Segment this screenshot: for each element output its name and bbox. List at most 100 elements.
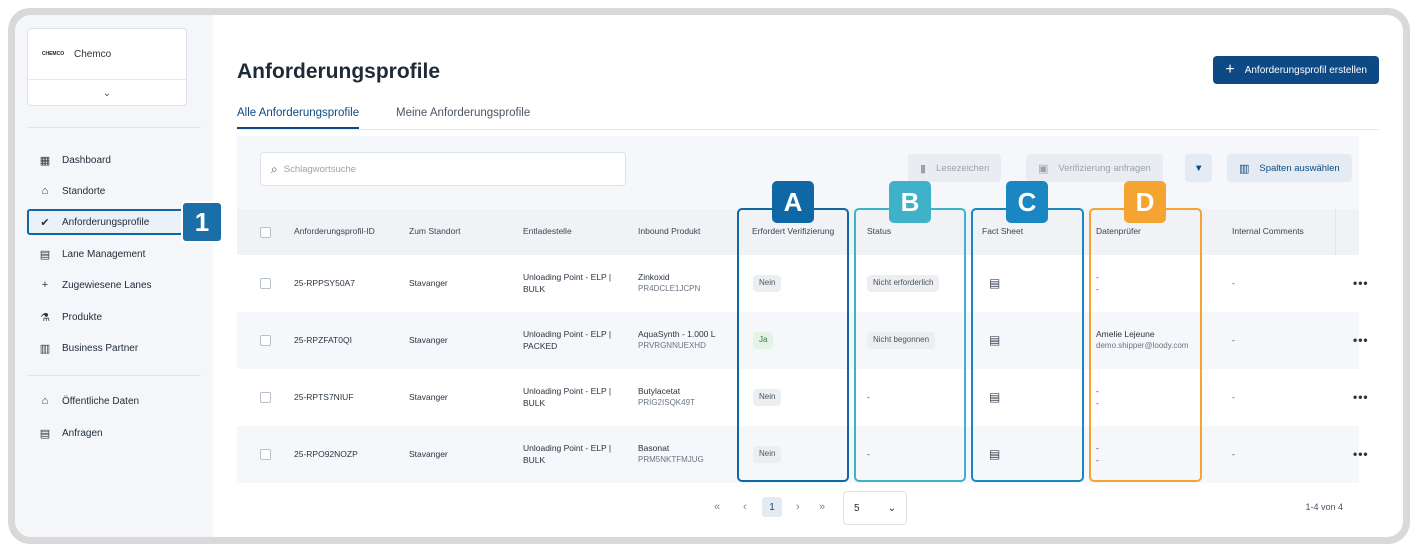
sidebar-divider [27,375,201,376]
more-actions-icon[interactable]: ••• [1353,446,1369,462]
row-select-cell [260,255,271,312]
callout-c-outline [971,208,1084,482]
unloading-point-name: Unloading Point - ELP | [523,386,612,397]
product-name: Zinkoxid [638,272,670,283]
unloading-point: Unloading Point - ELP | BULK [523,369,611,426]
columns-icon: ▥ [1239,162,1250,175]
building-icon: ▥ [39,342,51,355]
unloading-point-name: Unloading Point - ELP | [523,443,612,454]
internal-comments: - [1232,448,1235,459]
callout-b-label: B [889,181,931,223]
lane-icon: ▤ [39,248,51,261]
column-header-comments[interactable]: Internal Comments [1232,209,1304,255]
row-checkbox[interactable] [260,449,271,460]
first-page-button[interactable]: « [714,501,720,513]
unloading-point-type: BULK [523,397,546,408]
main-content: Anforderungsprofile + Anforderungsprofil… [213,15,1403,537]
sidebar-item-label: Produkte [62,311,103,323]
sidebar: CHEMCO Chemco ⌄ ▦ Dashboard ⌂ Standorte ✔ A… [15,15,223,537]
column-header-unloading[interactable]: Entladestelle [523,209,572,255]
profiles-card: ⌕ Schlagwortsuche ▮ Lesezeichen ▣ Verifi… [237,136,1368,536]
profile-id: 25-RPPSY50A7 [294,277,355,288]
sidebar-item-label: Anfragen [62,427,103,439]
chevron-down-icon: ⌄ [887,502,896,514]
callout-b-outline [854,208,966,482]
verification-icon: ▣ [1038,162,1049,175]
sidebar-item-zugewiesene-lanes[interactable]: + Zugewiesene Lanes [27,272,191,298]
sidebar-item-label: Standorte [62,185,106,197]
row-actions: ••• [1353,426,1369,483]
sidebar-divider [27,127,201,128]
internal-comments: - [1232,334,1235,345]
sidebar-item-anfragen[interactable]: ▤ Anfragen [27,420,191,446]
request-verification-button[interactable]: ▣ Verifizierung anfragen [1026,154,1163,182]
inbox-icon: ▤ [39,427,51,440]
select-columns-button[interactable]: ▥ Spalten auswählen [1227,154,1352,182]
callout-d-label: D [1124,181,1166,223]
site-name: Stavanger [409,277,448,288]
company-switcher[interactable]: CHEMCO Chemco ⌄ [27,28,187,106]
sidebar-item-label: Zugewiesene Lanes [62,279,152,291]
filter-button[interactable]: ▼ [1185,154,1213,182]
sidebar-item-lane-management[interactable]: ▤ Lane Management [27,241,191,267]
sidebar-item-anforderungsprofile[interactable]: ✔ Anforderungsprofile [27,209,191,235]
callout-c-label: C [1006,181,1048,223]
sidebar-item-label: Dashboard [62,154,111,166]
bookmark-label: Lesezeichen [936,162,990,174]
column-separator [1335,209,1336,255]
sidebar-item-dashboard[interactable]: ▦ Dashboard [27,147,191,173]
product-name: Basonat [638,443,670,454]
search-input[interactable]: ⌕ Schlagwortsuche [260,152,626,186]
select-all-checkbox[interactable] [260,226,271,238]
sidebar-item-standorte[interactable]: ⌂ Standorte [27,178,191,204]
unloading-point-name: Unloading Point - ELP | [523,272,612,283]
row-actions: ••• [1353,255,1369,312]
dashboard-icon: ▦ [39,154,51,167]
company-logo: CHEMCO [40,41,66,67]
sidebar-item-oeffentliche-daten[interactable]: ⌂ Öffentliche Daten [27,388,191,414]
callout-a-outline [737,208,849,482]
chevron-down-icon[interactable]: ⌄ [28,80,186,106]
current-page[interactable]: 1 [762,497,782,517]
search-icon: ⌕ [271,161,278,176]
next-page-button[interactable]: › [796,501,800,513]
person-add-icon: + [41,279,49,291]
sidebar-item-business-partner[interactable]: ▥ Business Partner [27,335,191,361]
sidebar-item-label: Öffentliche Daten [62,395,140,407]
product-code: PR4DCLE1JCPN [638,283,701,293]
column-header-product[interactable]: Inbound Produkt [638,209,700,255]
product-name: Butylacetat [638,386,681,397]
tab-all-profiles[interactable]: Alle Anforderungsprofile [237,107,360,129]
sidebar-item-produkte[interactable]: ⚗ Produkte [27,304,191,330]
site-name: Stavanger [409,391,448,402]
column-header-id[interactable]: Anforderungsprofil-ID [294,209,375,255]
more-actions-icon[interactable]: ••• [1353,332,1369,348]
inbound-product: Zinkoxid PR4DCLE1JCPN [638,255,700,312]
row-checkbox[interactable] [260,278,271,289]
company-header: CHEMCO Chemco [28,29,186,80]
app-window: CHEMCO Chemco ⌄ ▦ Dashboard ⌂ Standorte ✔ A… [15,15,1403,537]
last-page-button[interactable]: » [819,501,825,513]
row-checkbox[interactable] [260,392,271,403]
pagination-bar: « ‹ 1 › » 5 ⌄ 1-4 von 4 [237,483,1359,536]
create-profile-button[interactable]: + Anforderungsprofil erstellen [1213,56,1379,84]
page-size-value: 5 [854,502,860,514]
unloading-point-name: Unloading Point - ELP | [523,329,612,340]
unloading-point-type: BULK [523,454,546,465]
bookmark-icon: ▮ [920,162,927,175]
more-actions-icon[interactable]: ••• [1353,275,1369,291]
profile-id: 25-RPZFAT0QI [294,334,352,345]
inbound-product: AquaSynth - 1.000 L PRVRGNNUEXHD [638,312,716,369]
row-checkbox[interactable] [260,335,271,346]
company-name: Chemco [74,48,112,60]
bookmark-button[interactable]: ▮ Lesezeichen [908,154,1002,182]
column-header-site[interactable]: Zum Standort [409,209,461,255]
page-size-select[interactable]: 5 ⌄ [843,491,907,525]
row-select-cell [260,426,271,483]
unloading-point: Unloading Point - ELP | BULK [523,426,611,483]
tab-my-profiles[interactable]: Meine Anforderungsprofile [396,107,530,129]
more-actions-icon[interactable]: ••• [1353,389,1369,405]
tab-divider [237,129,1379,130]
row-actions: ••• [1353,312,1369,369]
previous-page-button[interactable]: ‹ [743,501,747,513]
